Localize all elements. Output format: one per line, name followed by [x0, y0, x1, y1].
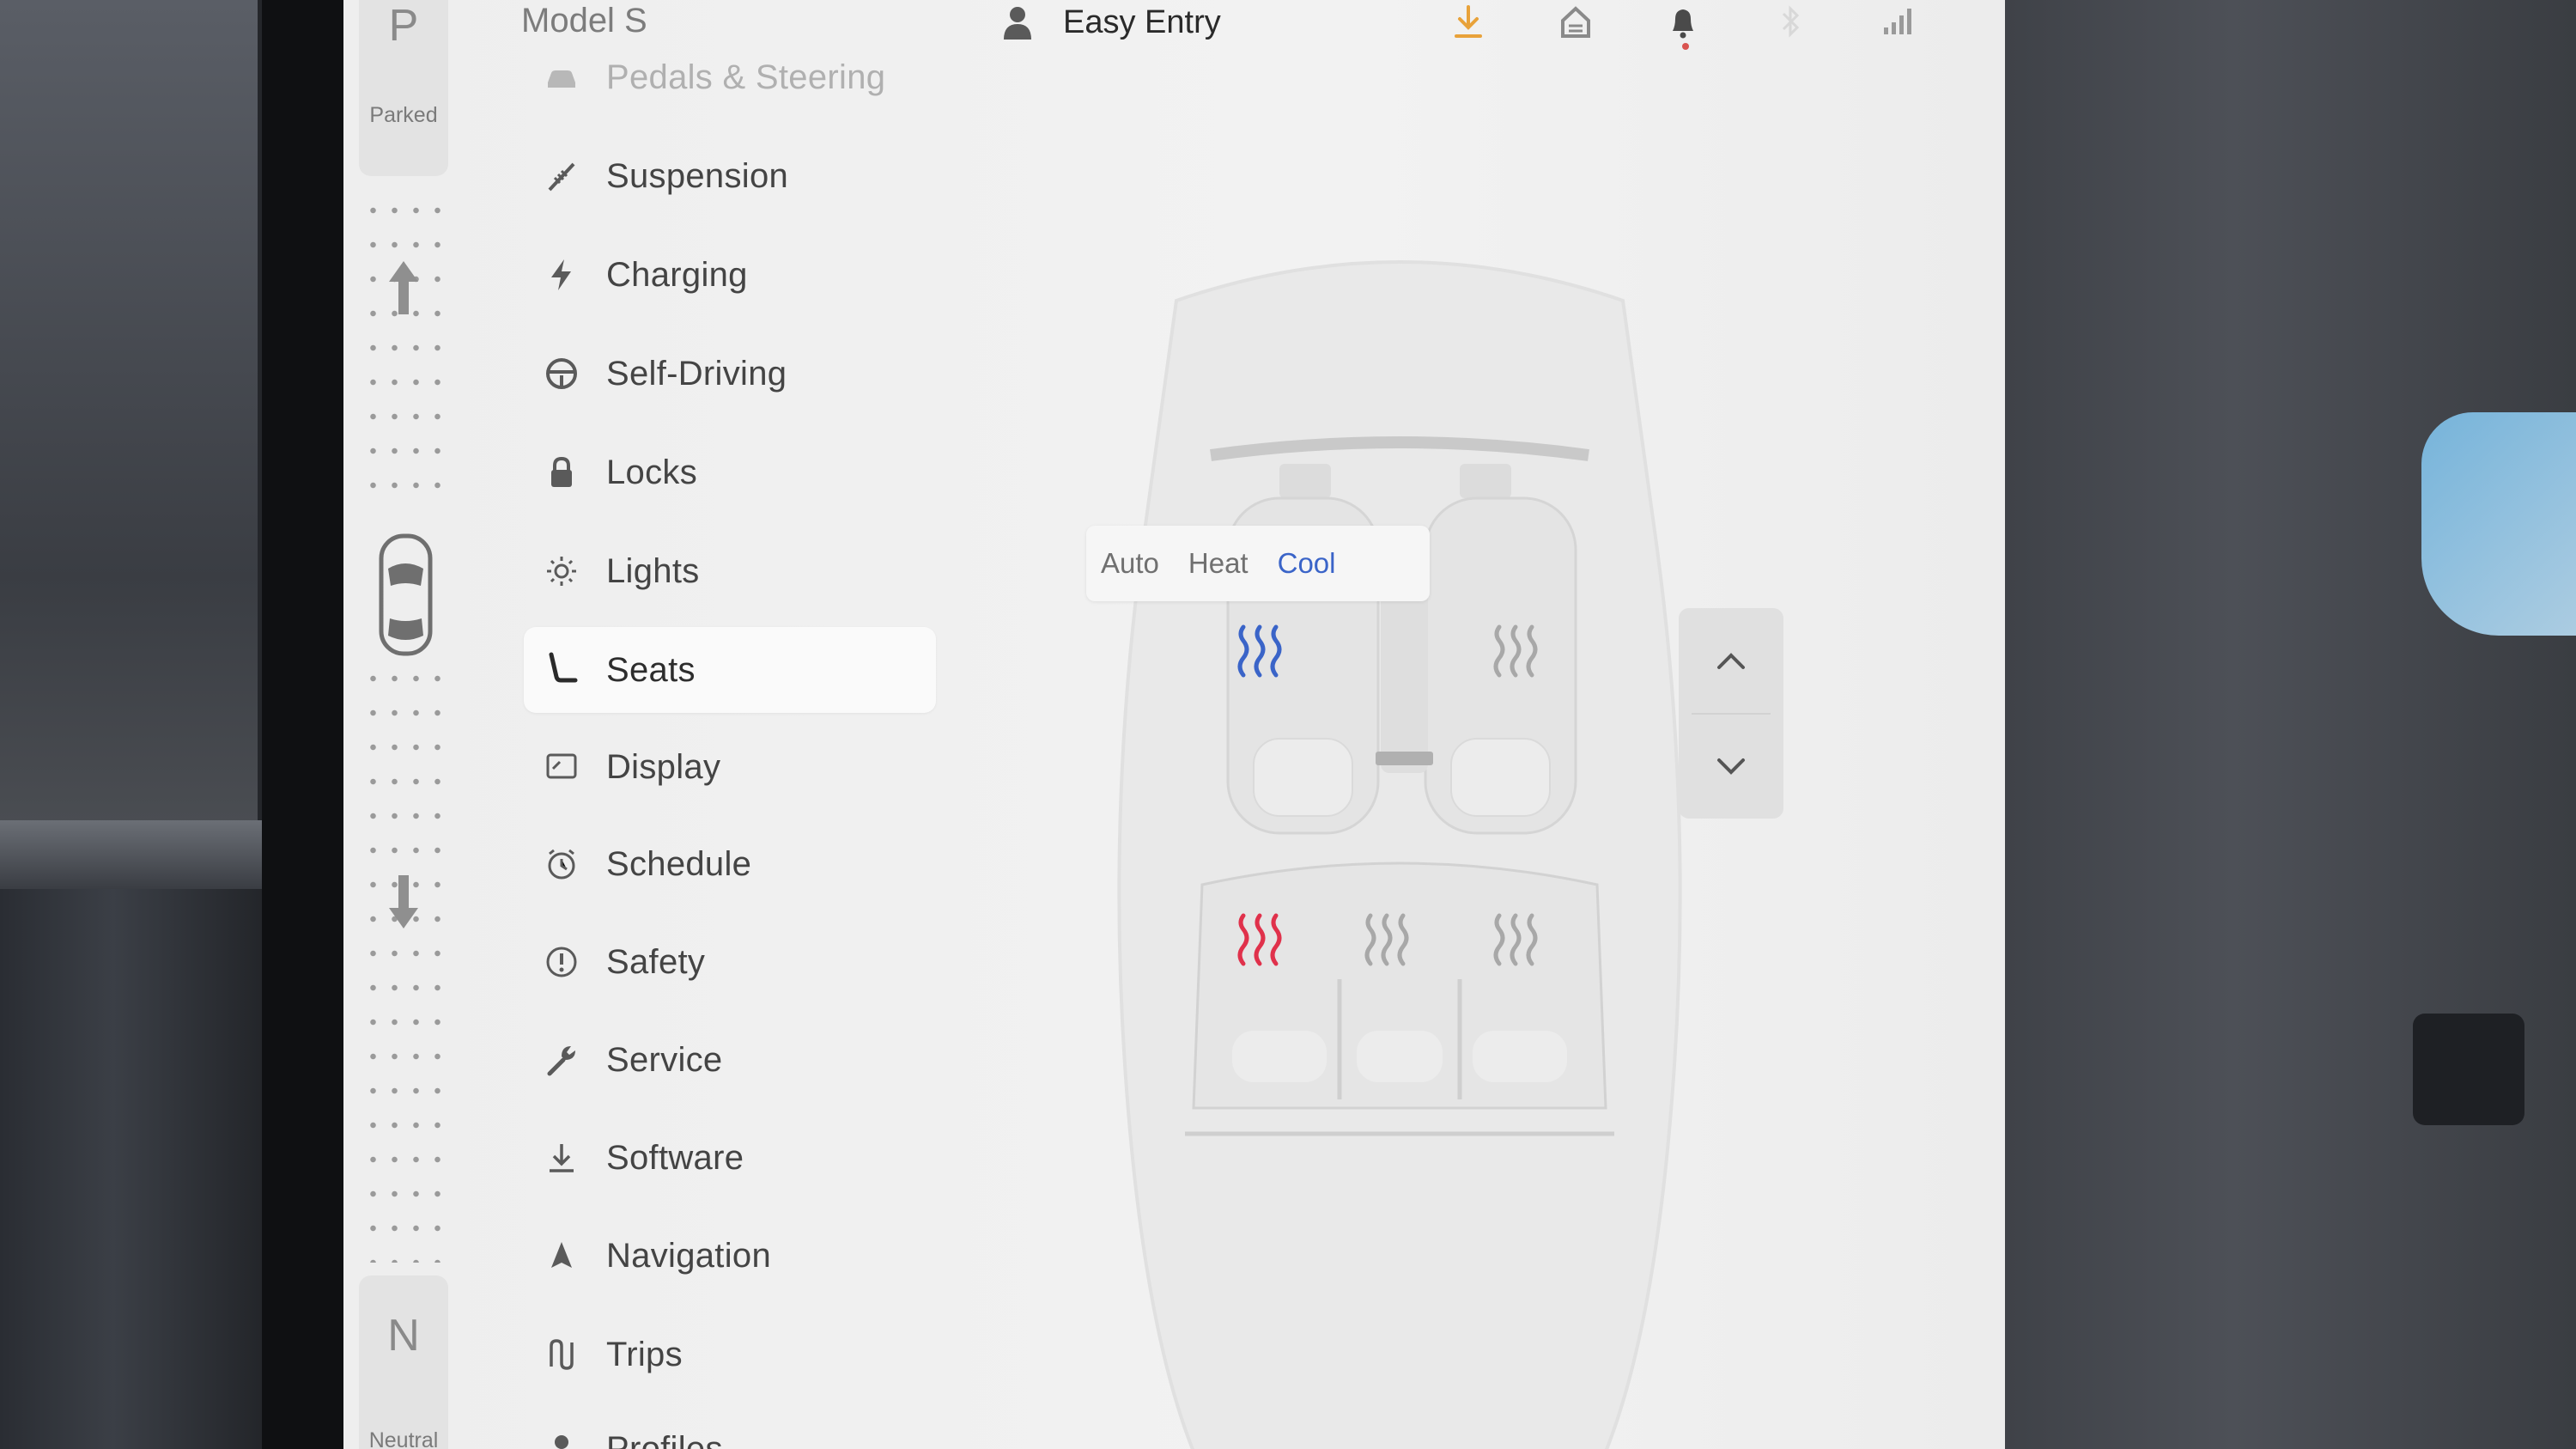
menu-item-trips[interactable]: Trips [524, 1312, 936, 1397]
settings-menu: Pedals & Steering Suspension Charging Se… [524, 0, 953, 1449]
seat-heat-rear-right-icon[interactable] [1485, 912, 1546, 972]
gear-drag-track[interactable] [362, 193, 448, 511]
chevron-down-icon [1717, 758, 1745, 775]
menu-item-seats[interactable]: Seats [524, 627, 936, 713]
gear-neutral-letter: N [387, 1311, 420, 1361]
download-icon[interactable] [1451, 3, 1485, 41]
menu-item-display[interactable]: Display [524, 724, 936, 810]
alarm-icon [548, 849, 575, 880]
menu-item-software[interactable]: Software [524, 1115, 936, 1201]
car-icon [548, 70, 575, 88]
arrow-down-icon [389, 875, 418, 928]
menu-item-label: Seats [606, 650, 696, 689]
home-icon[interactable] [1558, 3, 1593, 41]
chevron-up-icon [1717, 653, 1745, 669]
seat-heat-rear-left-icon[interactable] [1230, 912, 1290, 972]
menu-item-label: Safety [606, 942, 706, 981]
notification-dot [1682, 43, 1689, 50]
tab-cool[interactable]: Cool [1263, 547, 1351, 580]
arrow-up-icon [389, 261, 418, 314]
light-icon [547, 557, 576, 586]
dashboard-block [2413, 1014, 2524, 1125]
gear-park-label: Parked [369, 103, 438, 127]
bluetooth-icon[interactable] [1773, 3, 1807, 41]
bezel-glare [0, 0, 258, 825]
signal-icon [1884, 9, 1911, 34]
menu-item-lights[interactable]: Lights [524, 528, 936, 614]
menu-item-profiles[interactable]: Profiles [524, 1406, 936, 1449]
menu-item-label: Suspension [606, 156, 789, 195]
menu-item-label: Self-Driving [606, 354, 787, 393]
profile-icon [555, 1435, 568, 1449]
navigation-icon [551, 1242, 572, 1268]
menu-item-navigation[interactable]: Navigation [524, 1213, 936, 1299]
bell-icon[interactable] [1666, 3, 1700, 41]
trips-icon [550, 1339, 574, 1370]
gear-neutral-label: Neutral [368, 1428, 439, 1449]
seat-mode-tabs: Auto Heat Cool [1086, 526, 1430, 601]
menu-item-charging[interactable]: Charging [524, 232, 936, 318]
menu-item-label: Trips [606, 1335, 683, 1373]
seat-heat-rear-center-icon[interactable] [1357, 912, 1417, 972]
menu-item-suspension[interactable]: Suspension [524, 133, 936, 219]
touchscreen: P Parked N Neutral Model S Easy Entry Pe… [343, 0, 2005, 1449]
gear-selector[interactable]: P Parked N Neutral [343, 0, 472, 1449]
menu-item-service[interactable]: Service [524, 1017, 936, 1103]
menu-item-label: Display [606, 747, 721, 786]
gear-drag-track-lower[interactable] [362, 661, 448, 1263]
bolt-icon [551, 259, 571, 290]
profile-name[interactable]: Easy Entry [1063, 4, 1221, 41]
menu-item-label: Locks [606, 453, 697, 491]
car-seat-diagram [1117, 260, 1682, 1449]
lock-icon [551, 456, 572, 487]
car-top-icon[interactable] [378, 533, 434, 657]
menu-item-label: Service [606, 1040, 723, 1079]
seat-adjust-control [1679, 608, 1783, 819]
alert-icon [546, 947, 577, 977]
menu-item-locks[interactable]: Locks [524, 429, 936, 515]
window-reflection [2421, 412, 2576, 636]
seat-heat-driver-icon[interactable] [1230, 624, 1290, 684]
seat-heat-passenger-icon[interactable] [1485, 624, 1546, 684]
menu-item-label: Pedals & Steering [606, 58, 886, 96]
seat-up-button[interactable] [1679, 608, 1783, 713]
suspension-icon [548, 162, 575, 192]
menu-item-label: Software [606, 1138, 744, 1177]
tab-heat[interactable]: Heat [1174, 547, 1263, 580]
right-dashboard [2005, 0, 2576, 1449]
menu-item-label: Lights [606, 551, 700, 590]
seat-icon [549, 652, 578, 683]
tab-auto[interactable]: Auto [1086, 547, 1174, 580]
menu-item-schedule[interactable]: Schedule [524, 821, 936, 907]
menu-item-safety[interactable]: Safety [524, 919, 936, 1005]
steering-wheel-icon [546, 358, 577, 389]
seat-down-button[interactable] [1679, 715, 1783, 819]
menu-item-label: Charging [606, 255, 748, 294]
wrench-icon [547, 1046, 575, 1076]
left-bezel [0, 0, 283, 1449]
bezel-strip [0, 820, 275, 889]
profile-icon[interactable] [1003, 5, 1032, 40]
gear-neutral[interactable]: N Neutral [359, 1275, 448, 1449]
menu-item-label: Schedule [606, 844, 752, 883]
download-icon [550, 1144, 574, 1172]
menu-item-label: Profiles [606, 1429, 723, 1449]
display-icon [546, 753, 577, 779]
menu-item-pedals-steering[interactable]: Pedals & Steering [524, 34, 936, 120]
menu-item-label: Navigation [606, 1236, 772, 1275]
menu-item-self-driving[interactable]: Self-Driving [524, 331, 936, 417]
